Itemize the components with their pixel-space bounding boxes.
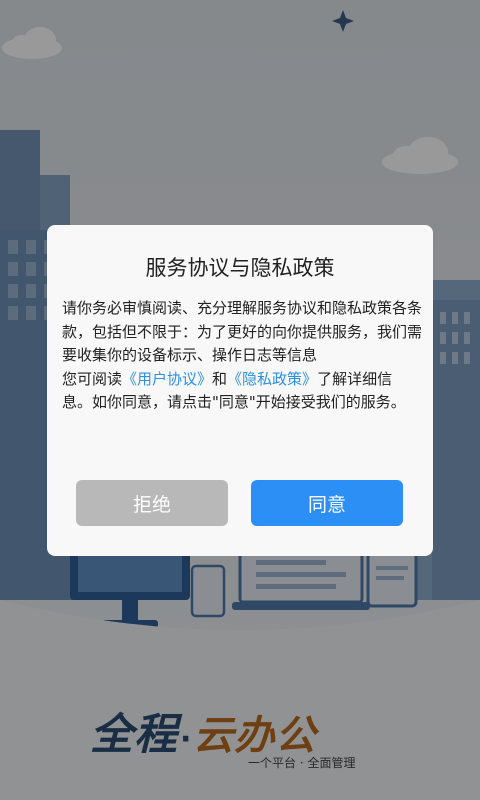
agree-button[interactable]: 同意 bbox=[251, 480, 403, 526]
dialog-text-prefix: 您可阅读 bbox=[62, 369, 123, 388]
privacy-policy-link[interactable]: 《隐私政策》 bbox=[227, 370, 317, 388]
dialog-title: 服务协议与隐私政策 bbox=[145, 256, 335, 280]
reject-button[interactable]: 拒绝 bbox=[76, 480, 228, 526]
dialog-paragraph-1: 请你务必审慎阅读、充分理解服务协议和隐私政策各条款，包括但不限于：为了更好的向你… bbox=[62, 299, 423, 364]
user-agreement-link[interactable]: 《用户协议》 bbox=[122, 370, 212, 388]
privacy-dialog: 服务协议与隐私政策 请你务必审慎阅读、充分理解服务协议和隐私政策各条款，包括但不… bbox=[47, 225, 433, 556]
dialog-text-and: 和 bbox=[212, 369, 228, 388]
dialog-body: 请你务必审慎阅读、充分理解服务协议和隐私政策各条款，包括但不限于：为了更好的向你… bbox=[62, 297, 422, 415]
dialog-paragraph-2: 您可阅读《用户协议》和《隐私政策》了解详细信息。如你同意，请点击"同意"开始接受… bbox=[62, 368, 422, 415]
splash-screen: 全程·云办公 一个平台 · 全面管理 服务协议与隐私政策 请你务必审慎阅读、充分… bbox=[0, 0, 480, 800]
